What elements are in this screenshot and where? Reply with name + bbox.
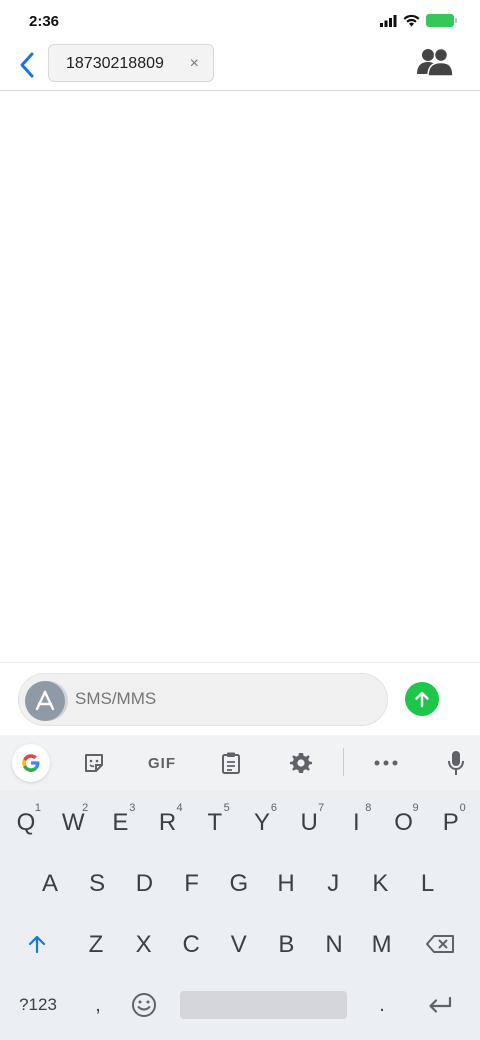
keyboard: G I F Q 1 W 2 E 3 R 4 T 5 Y 6 U 7 I 8 O 9 … [0, 735, 480, 1040]
key-hint: 3 [129, 802, 136, 814]
key-hint: 7 [318, 802, 325, 814]
back-button[interactable] [12, 48, 42, 82]
more-icon [374, 760, 398, 766]
key-label: O [394, 809, 413, 836]
gif-label: GIF [148, 754, 176, 772]
arrow-up-icon [415, 691, 429, 708]
comma-key[interactable]: , [77, 980, 119, 1030]
key-hint: 4 [176, 802, 183, 814]
status-time: 2:36 [29, 13, 60, 30]
wifi-icon [403, 14, 420, 27]
key-s[interactable]: S [76, 859, 118, 909]
message-thread [0, 92, 480, 662]
key-v[interactable]: V [218, 920, 260, 970]
key-label: I [353, 809, 360, 836]
key-k[interactable]: K [359, 859, 401, 909]
key-g[interactable]: G [218, 859, 260, 909]
key-l[interactable]: L [407, 859, 449, 909]
key-label: R [158, 809, 177, 836]
key-w[interactable]: W2 [52, 798, 94, 848]
key-hint: 2 [82, 802, 89, 814]
conversation-header: 18730218809 × [0, 44, 480, 91]
key-u[interactable]: U7 [288, 798, 330, 848]
sticker-icon [85, 754, 103, 772]
remove-recipient-icon[interactable]: × [190, 55, 199, 73]
key-hint: 6 [270, 802, 277, 814]
shift-arrow-icon [28, 935, 46, 954]
gear-icon [290, 753, 312, 773]
key-label: Q [16, 809, 36, 836]
message-input[interactable] [75, 689, 365, 709]
key-c[interactable]: C [170, 920, 212, 970]
status-bar: 2:36 [0, 0, 480, 44]
compose-bar [0, 662, 480, 735]
key-x[interactable]: X [123, 920, 165, 970]
key-hint: 1 [34, 802, 41, 814]
contacts-icon [417, 47, 454, 77]
key-z[interactable]: Z [75, 920, 117, 970]
key-i[interactable]: I8 [335, 798, 377, 848]
microphone-icon [448, 751, 464, 775]
spacebar-key[interactable] [180, 991, 347, 1019]
key-o[interactable]: O9 [383, 798, 425, 848]
key-a[interactable]: A [29, 859, 71, 909]
key-label: Y [253, 809, 270, 836]
period-key[interactable]: . [361, 980, 403, 1030]
key-label: T [207, 809, 223, 836]
key-f[interactable]: F [171, 859, 213, 909]
emoji-icon [132, 993, 156, 1017]
key-q[interactable]: Q1 [5, 798, 47, 848]
compose-field[interactable] [18, 673, 388, 726]
send-button[interactable] [405, 682, 439, 716]
chevron-left-icon [20, 52, 34, 78]
keyboard-toolbar: GIF [0, 735, 480, 790]
emoji-key[interactable] [123, 980, 165, 1030]
sticker-button[interactable] [74, 744, 114, 782]
backspace-icon [426, 935, 454, 953]
settings-button[interactable] [281, 744, 321, 782]
key-hint: 5 [223, 802, 230, 814]
key-y[interactable]: Y6 [241, 798, 283, 848]
status-icons [380, 14, 457, 27]
toolbar-divider [343, 748, 344, 776]
google-icon [22, 754, 40, 772]
app-store-button[interactable] [25, 681, 65, 721]
key-label: E [112, 809, 129, 836]
google-search-button[interactable] [12, 744, 50, 782]
recipient-chip[interactable]: 18730218809 × [48, 44, 214, 82]
key-h[interactable]: H [265, 859, 307, 909]
voice-input-button[interactable] [436, 744, 476, 782]
clipboard-icon [222, 752, 240, 774]
key-label: P [442, 809, 459, 836]
backspace-key[interactable] [419, 919, 461, 969]
key-e[interactable]: E3 [99, 798, 141, 848]
key-p[interactable]: P0 [430, 798, 472, 848]
gif-button[interactable]: GIF [140, 744, 184, 782]
key-hint: 8 [365, 802, 372, 814]
key-m[interactable]: M [361, 920, 403, 970]
key-label: U [300, 809, 318, 836]
recipient-number: 18730218809 [66, 55, 164, 72]
key-b[interactable]: B [265, 920, 307, 970]
key-n[interactable]: N [313, 920, 355, 970]
enter-icon [429, 996, 452, 1013]
app-store-icon [35, 690, 55, 711]
enter-key[interactable] [419, 980, 461, 1030]
signal-icon [380, 14, 397, 27]
key-hint: 0 [459, 802, 466, 814]
key-hint: 9 [412, 802, 419, 814]
key-d[interactable]: D [123, 859, 165, 909]
battery-icon [426, 14, 457, 27]
key-j[interactable]: J [312, 859, 354, 909]
key-t[interactable]: T5 [194, 798, 236, 848]
more-options-button[interactable] [366, 744, 406, 782]
add-contacts-button[interactable] [416, 46, 454, 80]
key-r[interactable]: R4 [147, 798, 189, 848]
clipboard-button[interactable] [211, 744, 251, 782]
shift-key[interactable] [16, 919, 58, 969]
symbols-key[interactable]: ?123 [12, 980, 64, 1030]
